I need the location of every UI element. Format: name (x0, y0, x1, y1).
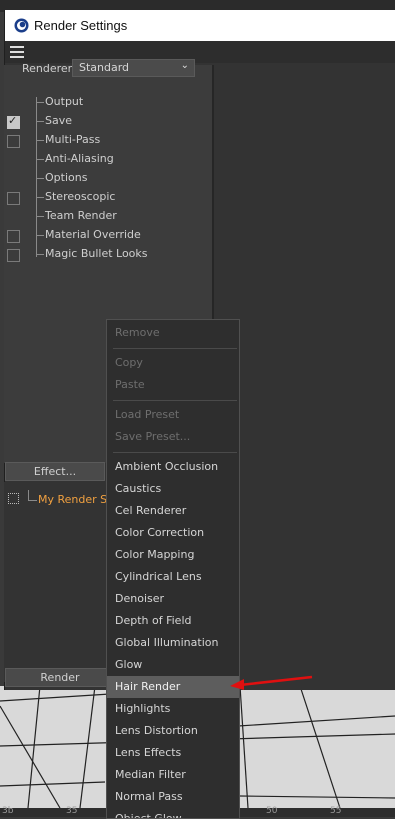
tree-item[interactable]: Material Override (4, 227, 214, 246)
enable-checkbox[interactable] (7, 230, 20, 243)
menu-item[interactable]: Remove (107, 322, 239, 344)
tree-item[interactable]: Options (4, 170, 214, 189)
menu-item[interactable]: Paste (107, 374, 239, 396)
menu-item-label: Caustics (115, 482, 162, 495)
menu-item[interactable]: Highlights (107, 698, 239, 720)
menu-item-label: Lens Effects (115, 746, 182, 759)
tree-item-label: Options (45, 171, 88, 184)
menu-item[interactable]: Lens Distortion (107, 720, 239, 742)
tree-branch (36, 159, 44, 160)
menu-item[interactable]: Ambient Occlusion (107, 456, 239, 478)
menu-item-label: Remove (115, 326, 160, 339)
tree-item-label: Multi-Pass (45, 133, 101, 146)
menu-item-label: Load Preset (115, 408, 180, 421)
tree-item-label: Save (45, 114, 73, 127)
tree-item[interactable]: Anti-Aliasing (4, 151, 214, 170)
tree-item-label: Stereoscopic (45, 190, 116, 203)
effect-button[interactable]: Effect... (5, 462, 105, 481)
menu-item-label: Normal Pass (115, 790, 183, 803)
tree-item[interactable]: Magic Bullet Looks (4, 246, 214, 265)
tree-item[interactable]: Stereoscopic (4, 189, 214, 208)
menu-item[interactable]: Cel Renderer (107, 500, 239, 522)
tree-branch (36, 235, 44, 236)
renderer-value: Standard (79, 61, 130, 74)
ruler-tick: 3b (2, 806, 14, 816)
menu-item-label: Ambient Occlusion (115, 460, 219, 473)
menu-item-label: Save Preset... (115, 430, 191, 443)
tree-item[interactable]: Multi-Pass (4, 132, 214, 151)
render-button[interactable]: Render (5, 668, 115, 687)
tree-branch (36, 216, 44, 217)
menu-item[interactable]: Save Preset... (107, 426, 239, 448)
menu-item[interactable]: Cylindrical Lens (107, 566, 239, 588)
ruler-tick: 35 (66, 806, 78, 816)
red-arrow-annotation (230, 675, 313, 690)
renderer-dropdown[interactable]: Standard ⌄ (72, 59, 195, 77)
menu-item-label: Highlights (115, 702, 171, 715)
menu-item[interactable]: Color Correction (107, 522, 239, 544)
render-setting-icon (8, 493, 19, 504)
menu-item-label: Glow (115, 658, 143, 671)
enable-checkbox[interactable] (7, 135, 20, 148)
tree-item-label: Anti-Aliasing (45, 152, 114, 165)
tree-branch (36, 254, 44, 255)
menu-item[interactable]: Caustics (107, 478, 239, 500)
menu-item[interactable]: Copy (107, 352, 239, 374)
menu-item-label: Median Filter (115, 768, 186, 781)
tree-branch (36, 102, 44, 103)
menu-item-label: Global Illumination (115, 636, 219, 649)
menu-item-label: Denoiser (115, 592, 165, 605)
tree-item-label: Output (45, 95, 84, 108)
menu-item-label: Color Correction (115, 526, 205, 539)
tree-branch (36, 178, 44, 179)
menu-item[interactable]: Color Mapping (107, 544, 239, 566)
menu-separator (113, 400, 237, 401)
menu-item[interactable]: Load Preset (107, 404, 239, 426)
menu-item[interactable]: Depth of Field (107, 610, 239, 632)
menu-item-label: Cylindrical Lens (115, 570, 202, 583)
menu-item[interactable]: Global Illumination (107, 632, 239, 654)
window-title: Render Settings (34, 18, 128, 33)
menu-separator (113, 452, 237, 453)
menu-item[interactable]: Median Filter (107, 764, 239, 786)
menu-item-label: Object Glow (115, 812, 182, 819)
tree-branch (28, 490, 37, 501)
tree-item[interactable]: Output (4, 94, 214, 113)
ruler-tick: 55 (330, 806, 342, 816)
menu-separator (113, 348, 237, 349)
tree-item-label: Team Render (45, 209, 117, 222)
context-menu: Remove Copy Paste Load Preset Save Preset...… (106, 319, 240, 819)
menu-item[interactable]: Object Glow (107, 808, 239, 819)
menu-bar (5, 41, 395, 63)
enable-checkbox[interactable] (7, 249, 20, 262)
menu-item[interactable]: Glow (107, 654, 239, 676)
menu-item-label: Paste (115, 378, 145, 391)
tree-branch (36, 197, 44, 198)
menu-item[interactable]: Denoiser (107, 588, 239, 610)
menu-item-label: Cel Renderer (115, 504, 187, 517)
tree-branch (36, 121, 44, 122)
menu-item[interactable]: Lens Effects (107, 742, 239, 764)
menu-item-label: Lens Distortion (115, 724, 198, 737)
title-bar[interactable]: Render Settings (5, 10, 395, 41)
menu-item[interactable]: Normal Pass (107, 786, 239, 808)
chevron-down-icon: ⌄ (180, 60, 189, 71)
tree-branch (36, 140, 44, 141)
ruler-tick: 50 (266, 806, 278, 816)
menu-item-label: Copy (115, 356, 143, 369)
enable-checkbox[interactable] (7, 192, 20, 205)
tree-item-label: Material Override (45, 228, 141, 241)
tree-item-label: Magic Bullet Looks (45, 247, 148, 260)
menu-item-label: Depth of Field (115, 614, 192, 627)
cinema4d-icon (14, 18, 29, 33)
menu-item-label: Color Mapping (115, 548, 195, 561)
renderer-label: Renderer (22, 62, 73, 75)
menu-item[interactable]: Hair Render (107, 676, 239, 698)
menu-item-label: Hair Render (115, 680, 181, 693)
hamburger-menu-icon[interactable] (10, 46, 24, 58)
tree-item[interactable]: Team Render (4, 208, 214, 227)
enable-checkbox[interactable] (7, 114, 20, 129)
settings-detail-pane (214, 65, 395, 685)
tree-item[interactable]: Save (4, 113, 214, 132)
